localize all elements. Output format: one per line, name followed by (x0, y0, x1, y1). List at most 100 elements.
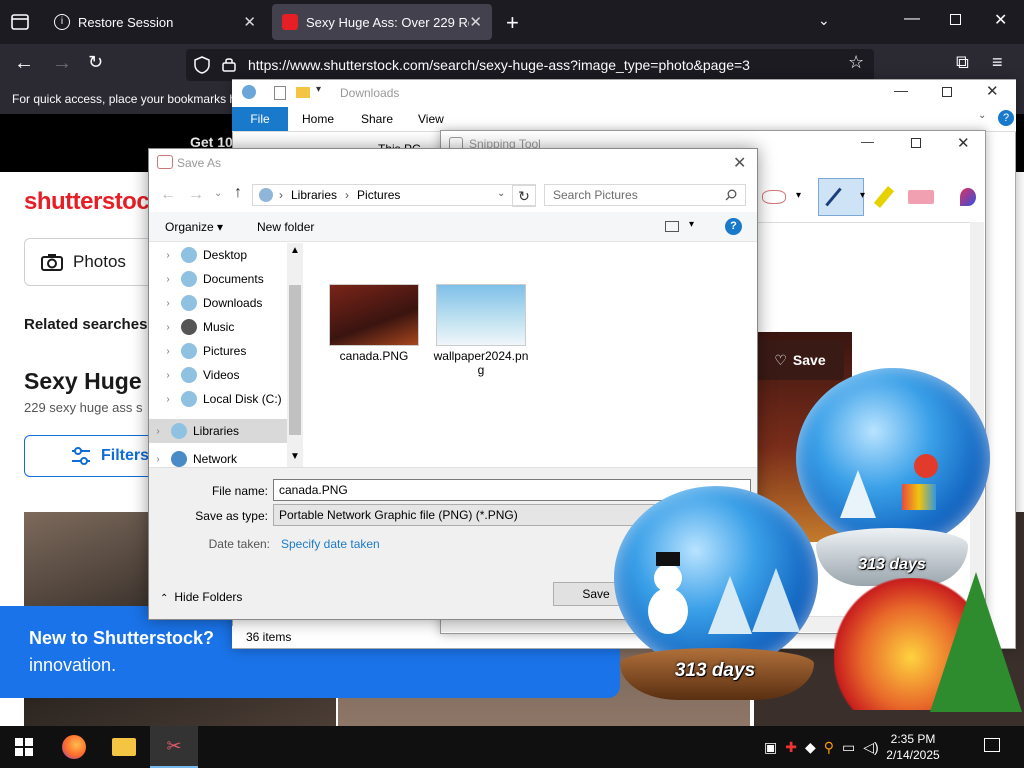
tab-overview-icon[interactable] (10, 12, 30, 32)
scroll-down-icon[interactable]: ▼ (290, 451, 300, 462)
tab-restore-session[interactable]: i Restore Session ✕ (44, 4, 266, 40)
breadcrumb-pictures[interactable]: Pictures (357, 188, 400, 202)
tree-item-videos[interactable]: › Videos (149, 363, 287, 387)
close-tab-icon[interactable]: ✕ (243, 13, 256, 31)
close-window-button[interactable]: ✕ (994, 10, 1007, 30)
url-text[interactable]: https://www.shutterstock.com/search/sexy… (248, 57, 750, 73)
start-button[interactable] (0, 726, 48, 768)
file-name-wallpaper[interactable]: wallpaper2024.png (432, 349, 530, 377)
maximize-button[interactable] (942, 87, 952, 97)
folder-tree-scrollbar[interactable]: ▲ ▼ (287, 243, 303, 467)
help-icon[interactable]: ? (725, 218, 742, 235)
organize-button[interactable]: Organize ▾ (165, 220, 223, 234)
tree-item-network[interactable]: › Network (149, 451, 287, 467)
minimize-button[interactable]: — (861, 134, 874, 149)
address-dropdown-icon[interactable]: ⌄ (497, 188, 505, 199)
tree-item-music[interactable]: › Music (149, 315, 287, 339)
paint3d-icon[interactable] (960, 188, 976, 206)
new-folder-button[interactable]: New folder (257, 220, 314, 234)
tray-search-icon[interactable]: ⚲ (824, 739, 834, 756)
file-explorer-taskbar-icon[interactable] (100, 726, 148, 768)
list-all-tabs-icon[interactable]: ⌄ (818, 12, 830, 29)
expand-chevron-icon[interactable]: › (159, 274, 177, 285)
snipping-tool-taskbar-icon[interactable]: ✂ (150, 726, 198, 768)
dropdown-icon[interactable]: ▾ (796, 190, 801, 201)
lock-icon[interactable] (222, 56, 236, 72)
expand-chevron-icon[interactable]: › (159, 394, 177, 405)
snow-globe-large[interactable] (796, 368, 990, 548)
close-tab-icon[interactable]: ✕ (469, 13, 482, 31)
highlighter-icon[interactable] (873, 186, 895, 208)
tree-item-desktop[interactable]: › Desktop (149, 243, 287, 267)
ribbon-tab-view[interactable]: View (418, 112, 444, 126)
address-bar[interactable]: › Libraries › Pictures ⌄ (252, 184, 536, 206)
hide-folders-button[interactable]: ⌃ Hide Folders (160, 590, 242, 604)
minimize-button[interactable]: — (904, 10, 920, 28)
tracking-shield-icon[interactable] (194, 56, 210, 74)
view-dropdown-icon[interactable]: ▾ (689, 219, 694, 230)
tray-drop-icon[interactable]: ◆ (805, 739, 816, 756)
expand-chevron-icon[interactable]: › (159, 298, 177, 309)
back-arrow-icon[interactable]: ← (160, 186, 176, 204)
date-taken-link[interactable]: Specify date taken (281, 537, 380, 551)
close-window-button[interactable]: ✕ (957, 134, 970, 152)
help-icon[interactable]: ? (998, 110, 1014, 126)
filters-button[interactable]: Filters (24, 435, 164, 477)
file-thumbnail-canada[interactable] (329, 284, 419, 346)
eraser-icon[interactable] (908, 190, 934, 204)
expand-chevron-icon[interactable]: › (149, 454, 167, 465)
eraser-shape-icon[interactable] (762, 190, 786, 204)
pen-tool-icon[interactable] (818, 178, 864, 216)
minimize-button[interactable]: — (894, 82, 908, 98)
expand-chevron-icon[interactable]: › (149, 426, 167, 437)
expand-chevron-icon[interactable]: › (159, 322, 177, 333)
close-window-button[interactable]: ✕ (986, 82, 999, 100)
ribbon-expand-icon[interactable]: ⌄ (978, 110, 986, 121)
restore-button[interactable] (950, 14, 961, 25)
media-type-selector[interactable]: Photos (24, 238, 164, 286)
ribbon-tab-share[interactable]: Share (361, 112, 393, 126)
refresh-icon[interactable]: ↻ (512, 185, 536, 207)
forward-arrow-icon[interactable]: → (52, 52, 72, 75)
menu-hamburger-icon[interactable]: ≡ (992, 52, 1003, 73)
shutterstock-logo[interactable]: shutterstock (24, 188, 163, 216)
ribbon-tab-home[interactable]: Home (302, 112, 334, 126)
maximize-button[interactable] (911, 138, 921, 148)
forward-arrow-icon[interactable]: → (188, 186, 204, 204)
extensions-icon[interactable]: ⧉ (956, 52, 969, 73)
new-tab-button[interactable]: + (506, 10, 519, 36)
tree-item-local-disk[interactable]: › Local Disk (C:) (149, 387, 287, 411)
expand-chevron-icon[interactable]: › (159, 250, 177, 261)
recent-locations-icon[interactable]: ⌄ (214, 188, 222, 199)
tray-security-icon[interactable]: ✚ (785, 739, 797, 756)
scroll-up-icon[interactable]: ▲ (290, 245, 300, 256)
properties-icon[interactable] (274, 86, 286, 100)
expand-chevron-icon[interactable]: › (159, 346, 177, 357)
back-arrow-icon[interactable]: ← (14, 52, 34, 75)
bookmark-star-icon[interactable]: ☆ (848, 52, 864, 73)
breadcrumb-libraries[interactable]: Libraries (291, 188, 337, 202)
network-icon[interactable]: ▭ (842, 739, 855, 756)
view-options-icon[interactable] (665, 221, 679, 232)
tree-item-pictures[interactable]: › Pictures (149, 339, 287, 363)
tab-shutterstock[interactable]: Sexy Huge Ass: Over 229 Royalty ✕ (272, 4, 492, 40)
dropdown-icon[interactable]: ▾ (860, 190, 865, 201)
new-folder-quick-icon[interactable] (296, 87, 310, 98)
file-thumbnail-wallpaper[interactable] (436, 284, 526, 346)
file-name-canada[interactable]: canada.PNG (324, 349, 424, 363)
volume-icon[interactable]: ◁) (863, 739, 878, 756)
search-input[interactable]: Search Pictures (544, 184, 746, 206)
up-arrow-icon[interactable]: ↑ (234, 184, 242, 202)
tree-item-documents[interactable]: › Documents (149, 267, 287, 291)
ribbon-tab-file[interactable]: File (232, 107, 288, 131)
tree-item-libraries[interactable]: › Libraries (149, 419, 287, 443)
notifications-icon[interactable] (984, 738, 1000, 752)
taskbar-clock[interactable]: 2:35 PM 2/14/2025 (878, 731, 948, 763)
expand-chevron-icon[interactable]: › (159, 370, 177, 381)
quick-access-dropdown-icon[interactable]: ▾ (316, 84, 321, 95)
tray-app-icon[interactable]: ▣ (764, 739, 777, 756)
tree-item-downloads[interactable]: › Downloads (149, 291, 287, 315)
scroll-thumb[interactable] (289, 285, 301, 435)
firefox-taskbar-icon[interactable] (50, 726, 98, 768)
reload-icon[interactable]: ↻ (88, 52, 103, 73)
